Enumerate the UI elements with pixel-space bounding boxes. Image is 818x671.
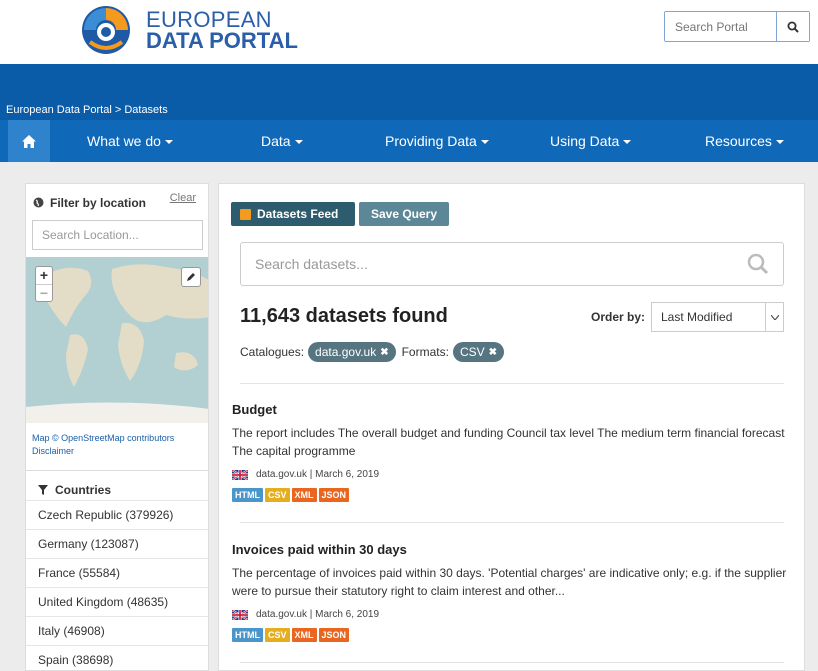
map-attribution: Map © OpenStreetMap contributors Disclai… — [26, 423, 208, 470]
nav-what-we-do[interactable]: What we do — [87, 120, 173, 162]
dataset-source-date: data.gov.uk | March 6, 2019 — [256, 609, 380, 620]
chevron-down-icon — [480, 140, 489, 145]
order-by-select[interactable]: Last Modified — [651, 302, 784, 332]
format-filter-pill[interactable]: CSV ✖ — [452, 342, 505, 362]
chevron-down-icon — [294, 140, 303, 145]
country-filter-item[interactable]: United Kingdom (48635) — [26, 587, 208, 616]
zoom-in-button[interactable]: + — [36, 267, 52, 284]
country-filter-item[interactable]: Germany (123087) — [26, 529, 208, 558]
order-by-value: Last Modified — [661, 310, 733, 324]
nav-data[interactable]: Data — [261, 120, 303, 162]
home-icon — [22, 134, 36, 148]
osm-attribution-link[interactable]: Map © OpenStreetMap contributors — [32, 432, 202, 445]
rss-icon — [240, 208, 251, 220]
dataset-description: The percentage of invoices paid within 3… — [232, 566, 787, 598]
clear-location-link[interactable]: Clear — [170, 192, 196, 204]
search-icon — [787, 21, 799, 33]
nav-providing-data[interactable]: Providing Data — [385, 120, 489, 162]
filter-location-title: Filter by location — [50, 195, 147, 210]
format-tags: HTML CSV XML JSON — [232, 488, 792, 502]
dataset-search-placeholder: Search datasets... — [255, 256, 368, 272]
breadcrumb[interactable]: European Data Portal > Datasets — [6, 104, 168, 116]
divider — [240, 662, 784, 663]
top-bar: EUROPEAN DATA PORTAL — [0, 0, 818, 64]
dataset-search-input[interactable]: Search datasets... — [240, 242, 784, 286]
country-filter-item[interactable]: Czech Republic (379926) — [26, 500, 208, 529]
remove-icon[interactable]: ✖ — [380, 347, 388, 358]
chevron-down-icon — [775, 140, 784, 145]
uk-flag-icon — [232, 469, 248, 480]
catalogues-label: Catalogues: — [240, 345, 305, 359]
dataset-title[interactable]: Invoices paid within 30 days — [232, 542, 792, 557]
dataset-item: Invoices paid within 30 days The percent… — [232, 542, 792, 642]
save-query-button[interactable]: Save Query — [359, 202, 449, 226]
search-icon[interactable] — [747, 253, 769, 275]
logo-line2: DATA PORTAL — [146, 28, 298, 53]
pencil-icon — [187, 273, 195, 281]
edp-logo-icon — [82, 6, 130, 54]
results-panel: Datasets Feed Save Query Search datasets… — [218, 183, 805, 671]
dataset-item: Budget The report includes The overall b… — [232, 402, 792, 502]
portal-search-button[interactable] — [776, 12, 809, 41]
location-search-input[interactable]: Search Location... — [32, 220, 203, 250]
chevron-down-icon — [765, 303, 783, 331]
globe-icon — [33, 197, 44, 208]
filter-location-header: Filter by location Clear — [26, 184, 208, 214]
format-tag-json[interactable]: JSON — [318, 488, 350, 502]
results-count: 11,643 datasets found — [240, 305, 448, 327]
logo-line1: EUROPEAN — [146, 7, 272, 32]
formats-label: Formats: — [401, 345, 449, 359]
portal-search-input[interactable] — [665, 12, 776, 41]
country-filter-item[interactable]: Spain (38698) — [26, 645, 208, 670]
country-filter-item[interactable]: France (55584) — [26, 558, 208, 587]
nav-home-button[interactable] — [8, 120, 50, 162]
location-map[interactable]: + − — [26, 257, 208, 423]
format-tag-xml[interactable]: XML — [291, 628, 317, 642]
dataset-title[interactable]: Budget — [232, 402, 792, 417]
datasets-feed-button[interactable]: Datasets Feed — [231, 202, 355, 226]
main-nav: What we do Data Providing Data Using Dat… — [0, 120, 818, 162]
sidebar: Filter by location Clear Search Location… — [25, 183, 209, 671]
countries-header: Countries — [26, 470, 208, 500]
format-tag-html[interactable]: HTML — [232, 628, 263, 642]
format-tag-html[interactable]: HTML — [232, 488, 263, 502]
dataset-description: The report includes The overall budget a… — [232, 426, 785, 458]
dataset-meta: data.gov.uk | March 6, 2019 — [232, 609, 792, 620]
dataset-source-date: data.gov.uk | March 6, 2019 — [256, 469, 380, 480]
disclaimer-link[interactable]: Disclaimer — [32, 445, 202, 458]
divider — [240, 383, 784, 384]
format-tag-csv[interactable]: CSV — [265, 488, 290, 502]
chevron-down-icon — [164, 140, 173, 145]
catalogue-pill-label: data.gov.uk — [315, 345, 377, 359]
logo[interactable]: EUROPEAN DATA PORTAL — [80, 4, 298, 56]
remove-icon[interactable]: ✖ — [489, 347, 497, 358]
format-tag-json[interactable]: JSON — [318, 628, 350, 642]
format-pill-label: CSV — [459, 345, 485, 359]
country-filter-item[interactable]: Italy (46908) — [26, 616, 208, 645]
format-tag-csv[interactable]: CSV — [265, 628, 290, 642]
portal-search — [664, 11, 810, 42]
format-tags: HTML CSV XML JSON — [232, 628, 792, 642]
zoom-out-button[interactable]: − — [36, 284, 52, 301]
nav-using-data[interactable]: Using Data — [550, 120, 632, 162]
datasets-feed-label: Datasets Feed — [257, 207, 339, 221]
order-by-label: Order by: — [591, 310, 646, 324]
nav-resources[interactable]: Resources — [705, 120, 784, 162]
catalogue-filter-pill[interactable]: data.gov.uk ✖ — [308, 342, 396, 362]
active-facets: Catalogues: data.gov.uk ✖ Formats: CSV ✖ — [240, 342, 510, 362]
map-draw-button[interactable] — [181, 267, 201, 287]
dataset-meta: data.gov.uk | March 6, 2019 — [232, 469, 792, 480]
divider — [240, 522, 784, 523]
countries-title: Countries — [55, 482, 112, 497]
map-zoom-controls: + − — [35, 266, 53, 302]
chevron-down-icon — [623, 140, 632, 145]
uk-flag-icon — [232, 609, 248, 620]
filter-icon — [38, 484, 48, 495]
format-tag-xml[interactable]: XML — [291, 488, 317, 502]
